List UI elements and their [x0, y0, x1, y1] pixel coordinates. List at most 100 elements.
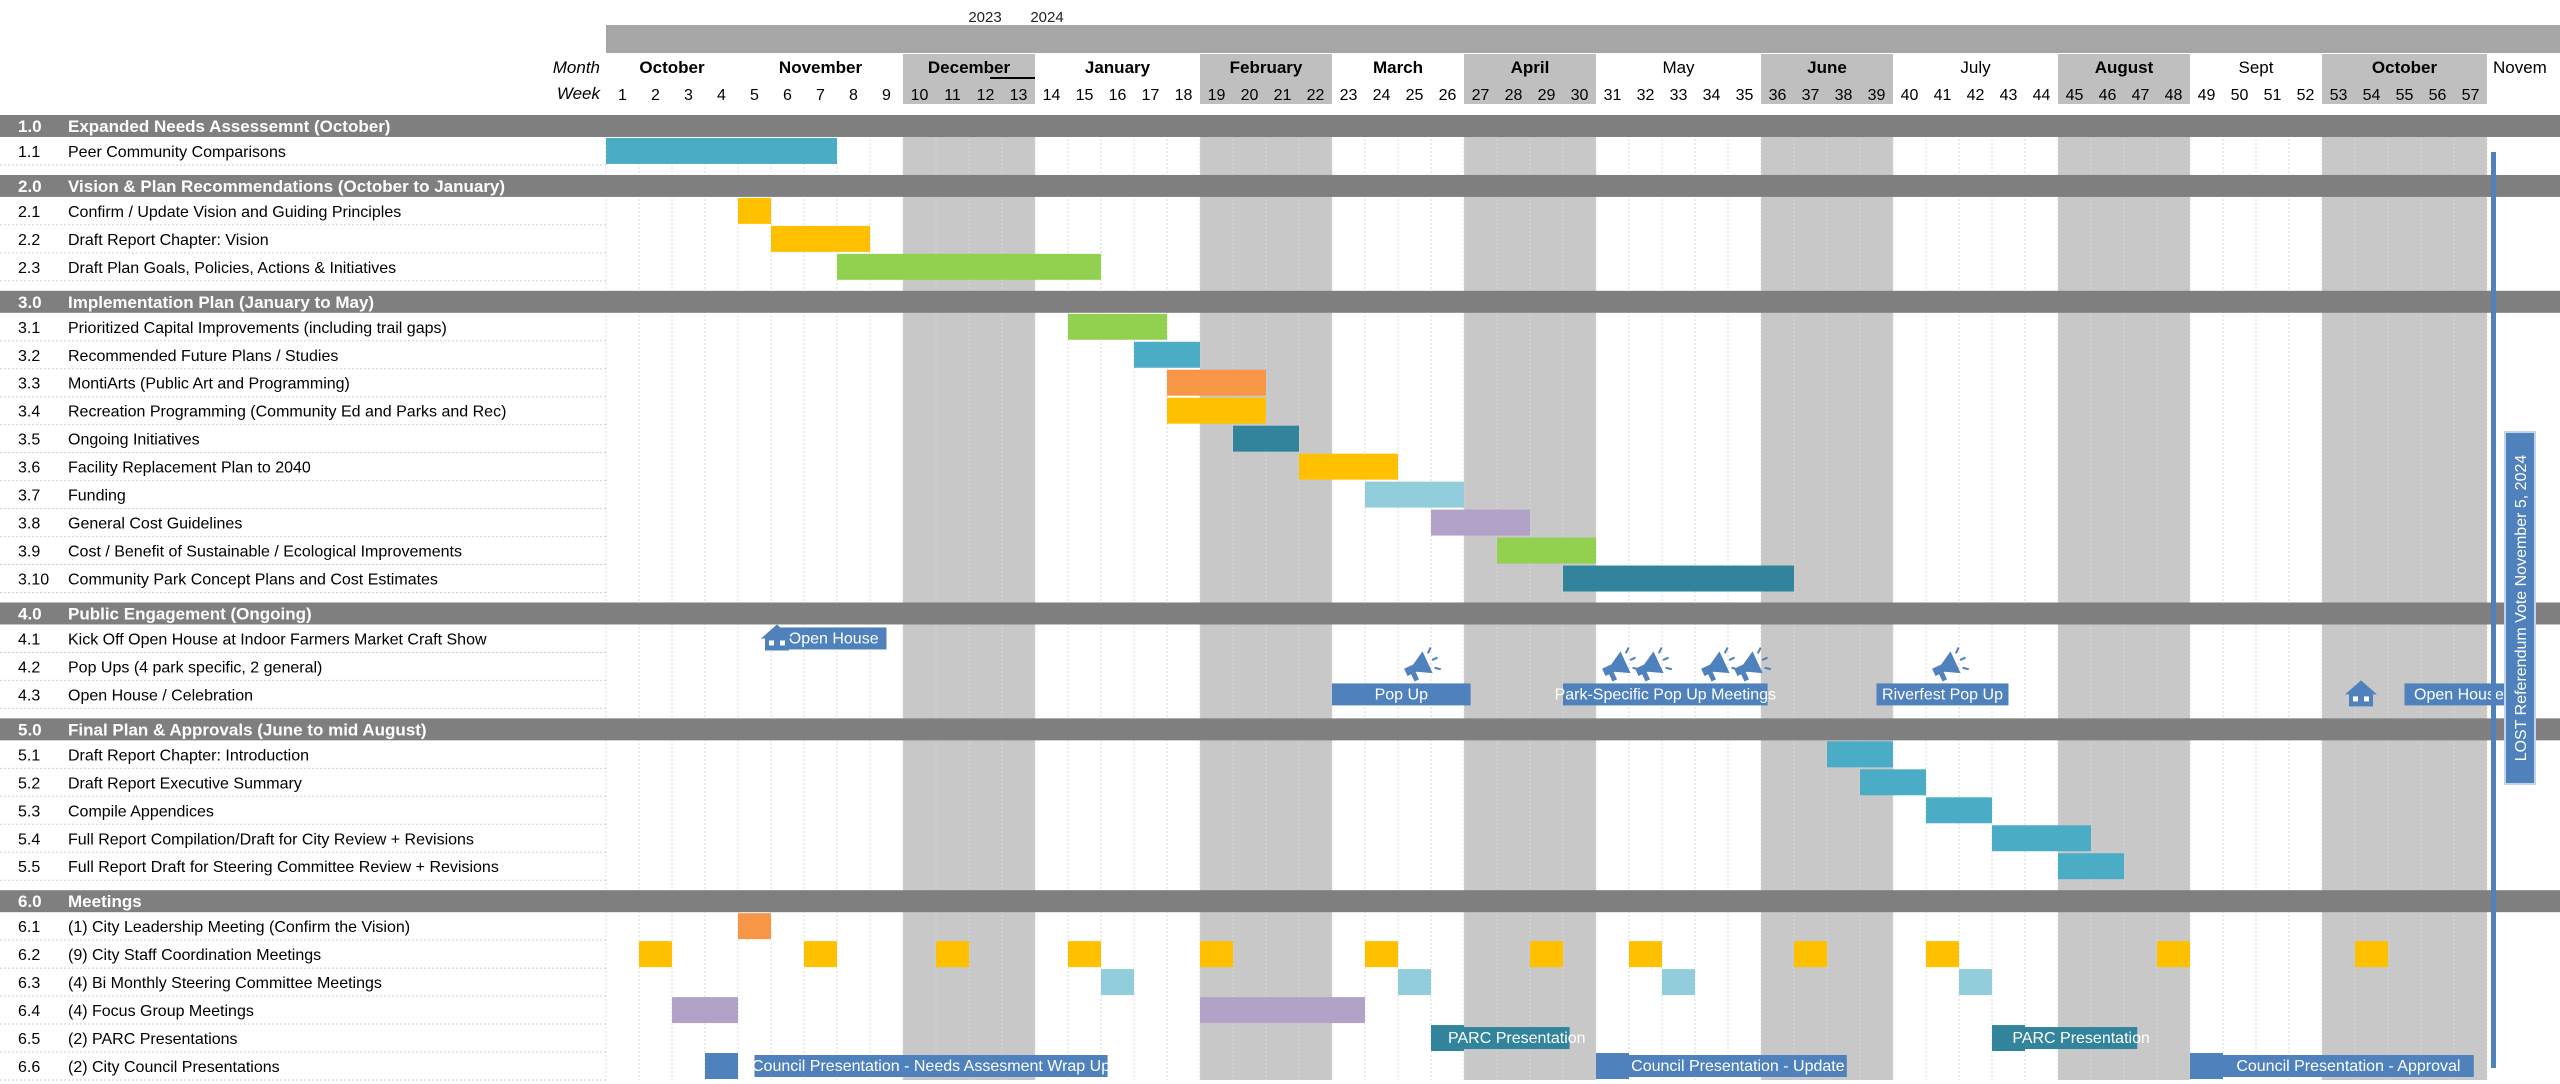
week-number: 15: [1076, 87, 1094, 104]
gantt-bar: [1959, 969, 1992, 996]
section-id: 6.0: [18, 892, 42, 911]
week-number: 25: [1406, 87, 1424, 104]
week-number: 5: [750, 87, 759, 104]
referendum-line: [2491, 152, 2496, 1068]
megaphone-wave: [1431, 656, 1438, 661]
callout-text: Council Presentation - Needs Assesment W…: [752, 1058, 1110, 1075]
week-number: 56: [2429, 87, 2447, 104]
gantt-bar: [1926, 797, 1992, 824]
megaphone-wave: [1662, 656, 1669, 661]
week-number: 12: [977, 87, 995, 104]
gantt-bar: [705, 1053, 738, 1079]
gantt-bar: [1794, 941, 1827, 968]
section-title: Final Plan & Approvals (June to mid Augu…: [68, 720, 427, 739]
week-number: 52: [2297, 87, 2315, 104]
task-label: General Cost Guidelines: [68, 516, 242, 533]
section-id: 4.0: [18, 604, 42, 623]
gantt-bar: [2058, 853, 2124, 880]
week-number: 14: [1043, 87, 1061, 104]
week-number: 30: [1571, 87, 1589, 104]
gantt-bar: [1101, 969, 1134, 996]
megaphone-wave: [1665, 666, 1673, 671]
month-label: Novem: [2493, 58, 2547, 77]
week-number: 46: [2099, 87, 2117, 104]
gantt-bar: [1068, 313, 1167, 340]
task-id: 6.6: [18, 1059, 40, 1076]
task-id: 3.5: [18, 432, 40, 449]
callout-text: PARC Presentation: [2012, 1030, 2150, 1047]
gantt-bar: [639, 941, 672, 968]
month-label: December: [928, 58, 1011, 77]
week-number: 3: [684, 87, 693, 104]
section-id: 1.0: [18, 117, 42, 136]
gantt-bar: [936, 941, 969, 968]
gantt-bar: [1497, 537, 1596, 564]
task-id: 3.1: [18, 320, 40, 337]
week-number: 43: [2000, 87, 2018, 104]
week-number: 33: [1670, 87, 1688, 104]
task-id: 3.9: [18, 544, 40, 561]
task-id: 5.1: [18, 747, 40, 764]
week-number: 34: [1703, 87, 1721, 104]
gantt-bar: [1530, 941, 1563, 968]
task-id: 6.5: [18, 1031, 40, 1048]
task-id: 3.3: [18, 376, 40, 393]
week-number: 42: [1967, 87, 1985, 104]
task-label: (2) PARC Presentations: [68, 1031, 238, 1048]
task-label: Draft Plan Goals, Policies, Actions & In…: [68, 260, 396, 277]
gantt-bar: [2355, 941, 2388, 968]
referendum-note-text: LOST Referendum Vote November 5, 2024: [2513, 455, 2530, 762]
year-label: 2023: [968, 9, 1001, 26]
gantt-bar: [1134, 341, 1200, 368]
week-number: 20: [1241, 87, 1259, 104]
task-id: 3.6: [18, 460, 40, 477]
megaphone-wave: [1962, 666, 1970, 671]
month-label: October: [639, 58, 705, 77]
house-window: [769, 640, 774, 646]
week-number: 9: [882, 87, 891, 104]
section-title: Vision & Plan Recommendations (October t…: [68, 177, 505, 196]
task-label: Recreation Programming (Community Ed and…: [68, 404, 506, 421]
task-label: (2) City Council Presentations: [68, 1059, 280, 1076]
task-id: 2.2: [18, 232, 40, 249]
gantt-bar: [738, 197, 771, 224]
megaphone-icon: [1701, 647, 1739, 682]
month-label: August: [2095, 58, 2154, 77]
week-number: 32: [1637, 87, 1655, 104]
week-number: 55: [2396, 87, 2414, 104]
gantt-bar: [606, 137, 837, 164]
week-number: 44: [2033, 87, 2051, 104]
week-number: 27: [1472, 87, 1490, 104]
week-number: 2: [651, 87, 660, 104]
gantt-bar: [1431, 509, 1530, 536]
week-number: 54: [2363, 87, 2381, 104]
megaphone-icon: [1404, 647, 1442, 682]
task-id: 5.5: [18, 859, 40, 876]
callout-text: Council Presentation - Update: [1631, 1058, 1845, 1075]
gantt-bar: [1827, 741, 1893, 768]
callout-text: Open House: [2414, 686, 2504, 703]
week-number: 7: [816, 87, 825, 104]
task-id: 3.4: [18, 404, 40, 421]
gantt-bar: [2157, 941, 2190, 968]
task-label: Cost / Benefit of Sustainable / Ecologic…: [68, 544, 462, 561]
week-number: 18: [1175, 87, 1193, 104]
callout-text: PARC Presentation: [1448, 1030, 1586, 1047]
section-title: Implementation Plan (January to May): [68, 293, 374, 312]
task-id: 6.2: [18, 947, 40, 964]
gantt-bar: [1200, 941, 1233, 968]
megaphone-icon: [1602, 647, 1640, 682]
task-label: (4) Bi Monthly Steering Committee Meetin…: [68, 975, 382, 992]
task-id: 2.1: [18, 204, 40, 221]
gantt-bar: [1365, 481, 1464, 508]
task-label: Compile Appendices: [68, 803, 214, 820]
gantt-bar: [1068, 941, 1101, 968]
section-id: 3.0: [18, 293, 42, 312]
section-id: 5.0: [18, 720, 42, 739]
task-id: 5.4: [18, 831, 40, 848]
megaphone-wave: [1629, 656, 1636, 661]
gantt-bar: [837, 253, 1101, 280]
week-number: 57: [2462, 87, 2480, 104]
week-number: 31: [1604, 87, 1622, 104]
month-label: January: [1085, 58, 1151, 77]
